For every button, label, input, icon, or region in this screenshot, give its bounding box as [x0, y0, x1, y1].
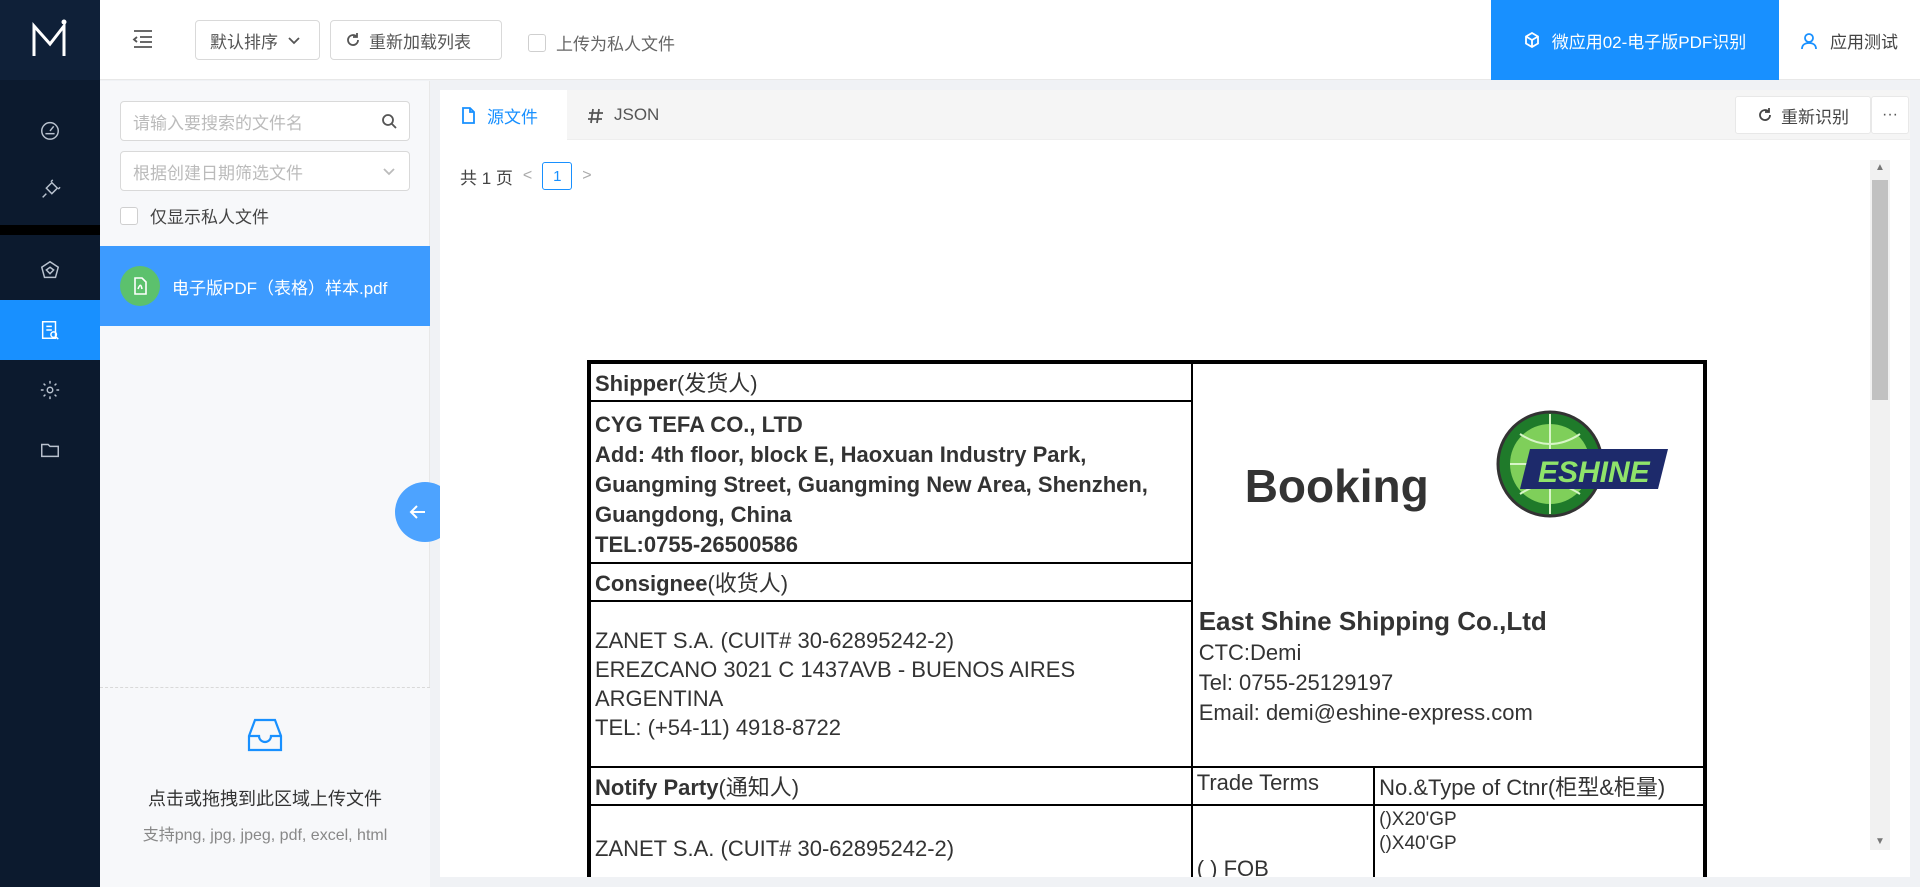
upload-hint: 支持png, jpg, jpeg, pdf, excel, html [142, 827, 388, 844]
company-name: East Shine Shipping Co.,Ltd [1198, 606, 1547, 636]
nav-documents[interactable] [0, 300, 100, 360]
pdf-file-icon [120, 266, 160, 306]
checkbox-box[interactable] [120, 206, 138, 225]
inbox-icon [247, 718, 283, 752]
shipper-header: Shipper(发货人) [588, 361, 1193, 402]
upload-dropzone[interactable]: 点击或拖拽到此区域上传文件 支持png, jpg, jpeg, pdf, exc… [100, 687, 430, 887]
current-page[interactable]: 1 [542, 162, 573, 190]
nav-models[interactable] [0, 240, 100, 300]
plug-icon [42, 179, 61, 198]
scroll-up-arrow[interactable]: ▲ [1870, 160, 1890, 176]
arrow-left-icon [409, 505, 425, 519]
consignee-header: Consignee(收货人) [588, 562, 1193, 602]
file-icon [462, 106, 475, 124]
app-name: 微应用02-电子版PDF识别 [1551, 32, 1747, 52]
document-scrollbar[interactable]: ▲ ▼ [1870, 160, 1890, 850]
notify-party-details: ZANET S.A. (CUIT# 30-62895242-2) [588, 804, 1193, 877]
folder-icon [41, 443, 59, 458]
eshine-logo: ESHINE [1496, 410, 1668, 518]
dashboard-icon [41, 121, 59, 140]
checkbox-box[interactable] [528, 33, 546, 52]
re-recognize-button[interactable]: 重新识别 [1735, 96, 1871, 134]
document-search-icon [41, 321, 59, 340]
search-icon[interactable] [381, 113, 397, 129]
only-private-checkbox[interactable]: 仅显示私人文件 [120, 203, 269, 228]
more-actions-button[interactable]: ··· [1871, 96, 1909, 134]
reload-icon [1759, 108, 1771, 121]
upload-title: 点击或拖拽到此区域上传文件 [148, 789, 382, 809]
consignee-details: ZANET S.A. (CUIT# 30-62895242-2) EREZCAN… [588, 600, 1193, 768]
file-search-input[interactable]: 请输入要搜索的文件名 [120, 101, 410, 141]
main-content: 源文件 JSON 重新识别 ··· 共 1 页 < 1 > ▲ ▼ Shippe… [440, 90, 1910, 877]
chevron-down-icon [383, 168, 395, 176]
menu-fold-icon [132, 30, 152, 48]
pagination: 共 1 页 < 1 > [460, 162, 592, 190]
menu-toggle-button[interactable] [130, 26, 156, 52]
company-info: East Shine Shipping Co.,Ltd CTC:Demi Tel… [1199, 604, 1547, 728]
pdf-preview: Shipper(发货人) Booking ESHINE East Shine S… [587, 360, 1707, 877]
booking-header-cell: Booking ESHINE East Shine Shipping Co.,L… [1190, 361, 1707, 768]
next-page-button[interactable]: > [582, 167, 591, 185]
reload-list-button[interactable]: 重新加载列表 [330, 20, 502, 60]
upload-private-label: 上传为私人文件 [556, 35, 675, 54]
shipper-details: CYG TEFA CO., LTD Add: 4th floor, block … [588, 400, 1193, 564]
file-panel: 请输入要搜索的文件名 根据创建日期筛选文件 仅显示私人文件 电子版PDF（表格）… [100, 81, 430, 887]
notify-party-header: Notify Party(通知人) [588, 766, 1193, 806]
date-filter-picker[interactable]: 根据创建日期筛选文件 [120, 151, 410, 191]
nav-settings[interactable] [0, 360, 100, 420]
nav-files[interactable] [0, 420, 100, 480]
date-filter-placeholder: 根据创建日期筛选文件 [133, 163, 303, 183]
nav-plugins[interactable] [0, 160, 100, 220]
cube-icon [40, 260, 60, 279]
tab-json[interactable]: JSON [567, 90, 697, 140]
upload-private-checkbox[interactable]: 上传为私人文件 [528, 30, 675, 55]
file-name: 电子版PDF（表格）样本.pdf [172, 278, 388, 298]
app-logo[interactable] [0, 0, 100, 80]
user-menu[interactable]: 应用测试 [1800, 28, 1898, 53]
booking-title: Booking [1244, 460, 1429, 512]
hash-icon [588, 108, 603, 123]
user-name: 应用测试 [1830, 33, 1898, 52]
only-private-label: 仅显示私人文件 [150, 208, 269, 227]
sort-select-label: 默认排序 [210, 32, 278, 52]
tab-json-label: JSON [614, 105, 660, 124]
trade-terms-header: Trade Terms [1190, 766, 1376, 806]
company-email: Email: demi@eshine-express.com [1198, 700, 1533, 725]
re-recognize-label: 重新识别 [1781, 107, 1849, 127]
gear-icon [40, 380, 60, 400]
left-nav [0, 0, 100, 887]
container-options: ()X20'GP ()X40'GP [1373, 804, 1706, 877]
user-icon [1801, 32, 1817, 49]
page-total: 共 1 页 [460, 168, 513, 188]
nav-dashboard[interactable] [0, 100, 100, 160]
reload-list-label: 重新加载列表 [369, 32, 471, 52]
booking-form-table: Shipper(发货人) Booking ESHINE East Shine S… [587, 360, 1707, 877]
company-phone: Tel: 0755-25129197 [1198, 670, 1394, 695]
reload-icon [347, 33, 359, 46]
file-list-item[interactable]: 电子版PDF（表格）样本.pdf [100, 246, 430, 326]
view-tabs: 源文件 JSON 重新识别 ··· [440, 90, 1910, 140]
cube-icon [1524, 32, 1539, 48]
scroll-down-arrow[interactable]: ▼ [1870, 834, 1890, 850]
trade-terms-value: ( ) FOB [1190, 804, 1376, 877]
top-bar: 默认排序 重新加载列表 上传为私人文件 微应用02-电子版PDF识别 应用测试 [100, 0, 1920, 80]
tab-source-label: 源文件 [487, 107, 538, 127]
svg-text:ESHINE: ESHINE [1538, 456, 1651, 489]
scroll-thumb[interactable] [1872, 180, 1888, 400]
prev-page-button[interactable]: < [523, 167, 532, 185]
company-contact: CTC:Demi [1198, 640, 1302, 665]
current-app-tab[interactable]: 微应用02-电子版PDF识别 [1491, 0, 1779, 80]
chevron-down-icon [288, 37, 300, 45]
logo-icon [32, 19, 67, 56]
file-search-placeholder: 请输入要搜索的文件名 [133, 113, 303, 133]
container-header: No.&Type of Ctnr(柜型&柜量) [1373, 766, 1706, 806]
sort-select[interactable]: 默认排序 [195, 20, 320, 60]
nav-separator [0, 225, 100, 235]
tab-source[interactable]: 源文件 [440, 90, 567, 140]
